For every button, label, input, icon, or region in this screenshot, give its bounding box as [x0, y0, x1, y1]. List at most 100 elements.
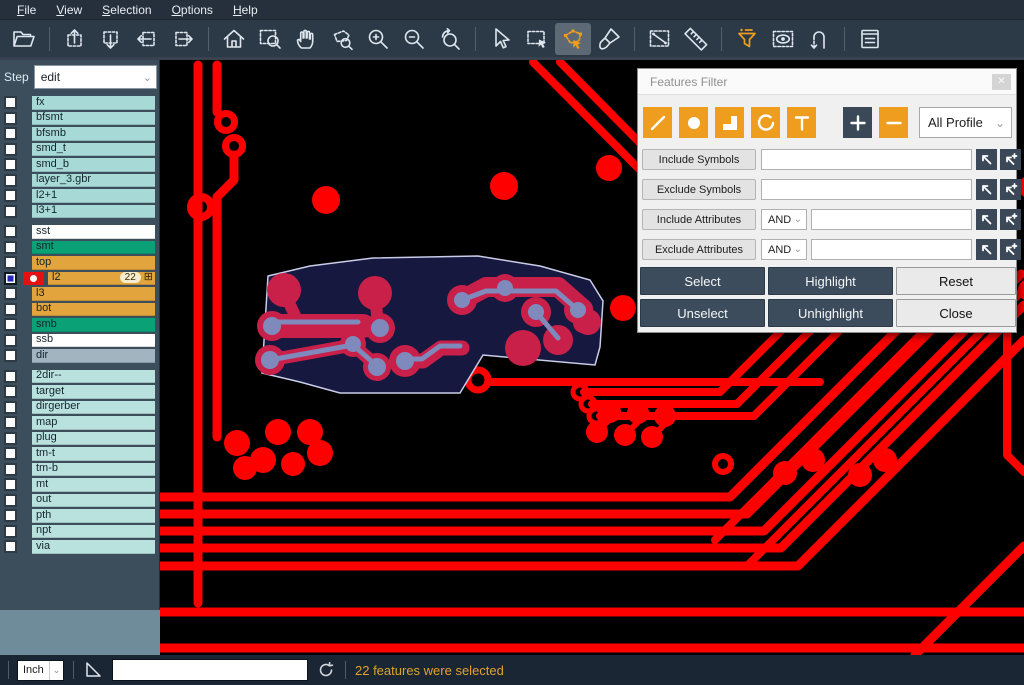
layer-checkbox-npt[interactable]: [4, 525, 17, 538]
filter-input[interactable]: [811, 239, 972, 260]
layer-chip-layer_3.gbr[interactable]: layer_3.gbr: [32, 174, 155, 188]
clear-brush-button[interactable]: [591, 23, 627, 55]
layer-checkbox-dirgerber[interactable]: [4, 401, 17, 414]
layer-row-npt[interactable]: npt: [0, 524, 160, 540]
filter-text-button[interactable]: [787, 107, 816, 138]
select-rectangle-button[interactable]: [519, 23, 555, 55]
command-input-field[interactable]: [113, 660, 307, 680]
filter-label-button[interactable]: Exclude Symbols: [642, 179, 756, 200]
filter-label-button[interactable]: Include Attributes: [642, 209, 756, 230]
layer-chip-dir[interactable]: dir: [32, 349, 155, 363]
layer-chip-map[interactable]: map: [32, 416, 155, 430]
layer-row-bot[interactable]: bot: [0, 302, 160, 318]
pick-add-from-screen-button[interactable]: [1000, 239, 1021, 260]
layer-chip-ssb[interactable]: ssb: [32, 334, 155, 348]
menu-file[interactable]: File: [8, 1, 45, 19]
layer-row-dirgerber[interactable]: dirgerber: [0, 400, 160, 416]
operator-select[interactable]: AND⌄: [761, 209, 807, 230]
layer-checkbox-layer_3.gbr[interactable]: [4, 174, 17, 187]
layer-row-sst[interactable]: sst: [0, 224, 160, 240]
layer-row-plug[interactable]: plug: [0, 431, 160, 447]
layer-row-pth[interactable]: pth: [0, 508, 160, 524]
filter-input[interactable]: [761, 179, 972, 200]
layer-chip-2dir--[interactable]: 2dir--: [32, 370, 155, 384]
filter-input-field[interactable]: [812, 211, 971, 230]
layer-row-l3[interactable]: l3: [0, 286, 160, 302]
layer-checkbox-out[interactable]: [4, 494, 17, 507]
selection-region[interactable]: [255, 256, 603, 393]
filter-input-field[interactable]: [812, 241, 971, 260]
zoom-previous-button[interactable]: [432, 23, 468, 55]
operator-select[interactable]: AND⌄: [761, 239, 807, 260]
pick-add-from-screen-button[interactable]: [1000, 179, 1021, 200]
pick-from-screen-button[interactable]: [976, 149, 997, 170]
layer-chip-bot[interactable]: bot: [32, 303, 155, 317]
layer-chip-mt[interactable]: mt: [32, 478, 155, 492]
layer-checkbox-l3+1[interactable]: [4, 205, 17, 218]
dialog-titlebar[interactable]: Features Filter ✕: [638, 69, 1016, 95]
layer-row-layer_3.gbr[interactable]: layer_3.gbr: [0, 173, 160, 189]
snap-mode-button[interactable]: [801, 23, 837, 55]
command-input[interactable]: [112, 659, 308, 681]
layer-checkbox-l3[interactable]: [4, 287, 17, 300]
filter-add-button[interactable]: [843, 107, 872, 138]
layer-checkbox-smd_b[interactable]: [4, 158, 17, 171]
layer-row-target[interactable]: target: [0, 384, 160, 400]
layer-row-ssb[interactable]: ssb: [0, 333, 160, 349]
pan-down-button[interactable]: [93, 23, 129, 55]
layer-chip-via[interactable]: via: [32, 540, 155, 554]
active-layer-indicator[interactable]: [23, 272, 44, 285]
layer-chip-plug[interactable]: plug: [32, 432, 155, 446]
profile-select[interactable]: All Profile ⌄: [919, 107, 1012, 138]
layer-checkbox-fx[interactable]: [4, 96, 17, 109]
layer-chip-l3+1[interactable]: l3+1: [32, 205, 155, 219]
pick-from-screen-button[interactable]: [976, 239, 997, 260]
reset-button[interactable]: Reset: [896, 267, 1016, 295]
layer-checkbox-target[interactable]: [4, 385, 17, 398]
highlight-button[interactable]: Highlight: [768, 267, 893, 295]
layer-checkbox-dir[interactable]: [4, 349, 17, 362]
features-filter-button[interactable]: [729, 23, 765, 55]
layer-checkbox-smd_t[interactable]: [4, 143, 17, 156]
select-pointer-button[interactable]: [483, 23, 519, 55]
layer-row-smd_b[interactable]: smd_b: [0, 157, 160, 173]
grid-icon[interactable]: ⊞: [144, 272, 153, 283]
layer-checkbox-l2+1[interactable]: [4, 189, 17, 202]
layer-chip-smd_t[interactable]: smd_t: [32, 143, 155, 157]
layer-row-l2[interactable]: l222⊞: [0, 271, 160, 287]
measure-distance-button[interactable]: [642, 23, 678, 55]
filter-line-button[interactable]: [643, 107, 672, 138]
home-view-button[interactable]: [216, 23, 252, 55]
layer-row-l3+1[interactable]: l3+1: [0, 204, 160, 220]
layer-checkbox-2dir--[interactable]: [4, 370, 17, 383]
layer-checkbox-smt[interactable]: [4, 241, 17, 254]
layer-chip-l3[interactable]: l3: [32, 287, 155, 301]
layer-chip-top[interactable]: top: [32, 256, 155, 270]
view-options-button[interactable]: [765, 23, 801, 55]
layer-chip-l2[interactable]: l222⊞: [48, 272, 155, 286]
angle-tool-icon[interactable]: [83, 660, 103, 680]
layer-chip-smt[interactable]: smt: [32, 241, 155, 255]
layer-chip-npt[interactable]: npt: [32, 525, 155, 539]
zoom-polygon-button[interactable]: [324, 23, 360, 55]
layer-chip-sst[interactable]: sst: [32, 225, 155, 239]
zoom-in-button[interactable]: [360, 23, 396, 55]
layer-checkbox-bfsmb[interactable]: [4, 127, 17, 140]
layer-chip-out[interactable]: out: [32, 494, 155, 508]
layer-row-mt[interactable]: mt: [0, 477, 160, 493]
layer-row-tm-b[interactable]: tm-b: [0, 462, 160, 478]
pick-add-from-screen-button[interactable]: [1000, 149, 1021, 170]
open-file-button[interactable]: [6, 23, 42, 55]
layer-checkbox-smb[interactable]: [4, 318, 17, 331]
pick-add-from-screen-button[interactable]: [1000, 209, 1021, 230]
layer-chip-tm-t[interactable]: tm-t: [32, 447, 155, 461]
layer-chip-tm-b[interactable]: tm-b: [32, 463, 155, 477]
layer-checkbox-map[interactable]: [4, 416, 17, 429]
layer-row-out[interactable]: out: [0, 493, 160, 509]
filter-pad-button[interactable]: [679, 107, 708, 138]
menu-view[interactable]: View: [47, 1, 91, 19]
pick-from-screen-button[interactable]: [976, 179, 997, 200]
layer-checkbox-sst[interactable]: [4, 225, 17, 238]
layer-row-2dir--[interactable]: 2dir--: [0, 369, 160, 385]
layer-checkbox-tm-b[interactable]: [4, 463, 17, 476]
